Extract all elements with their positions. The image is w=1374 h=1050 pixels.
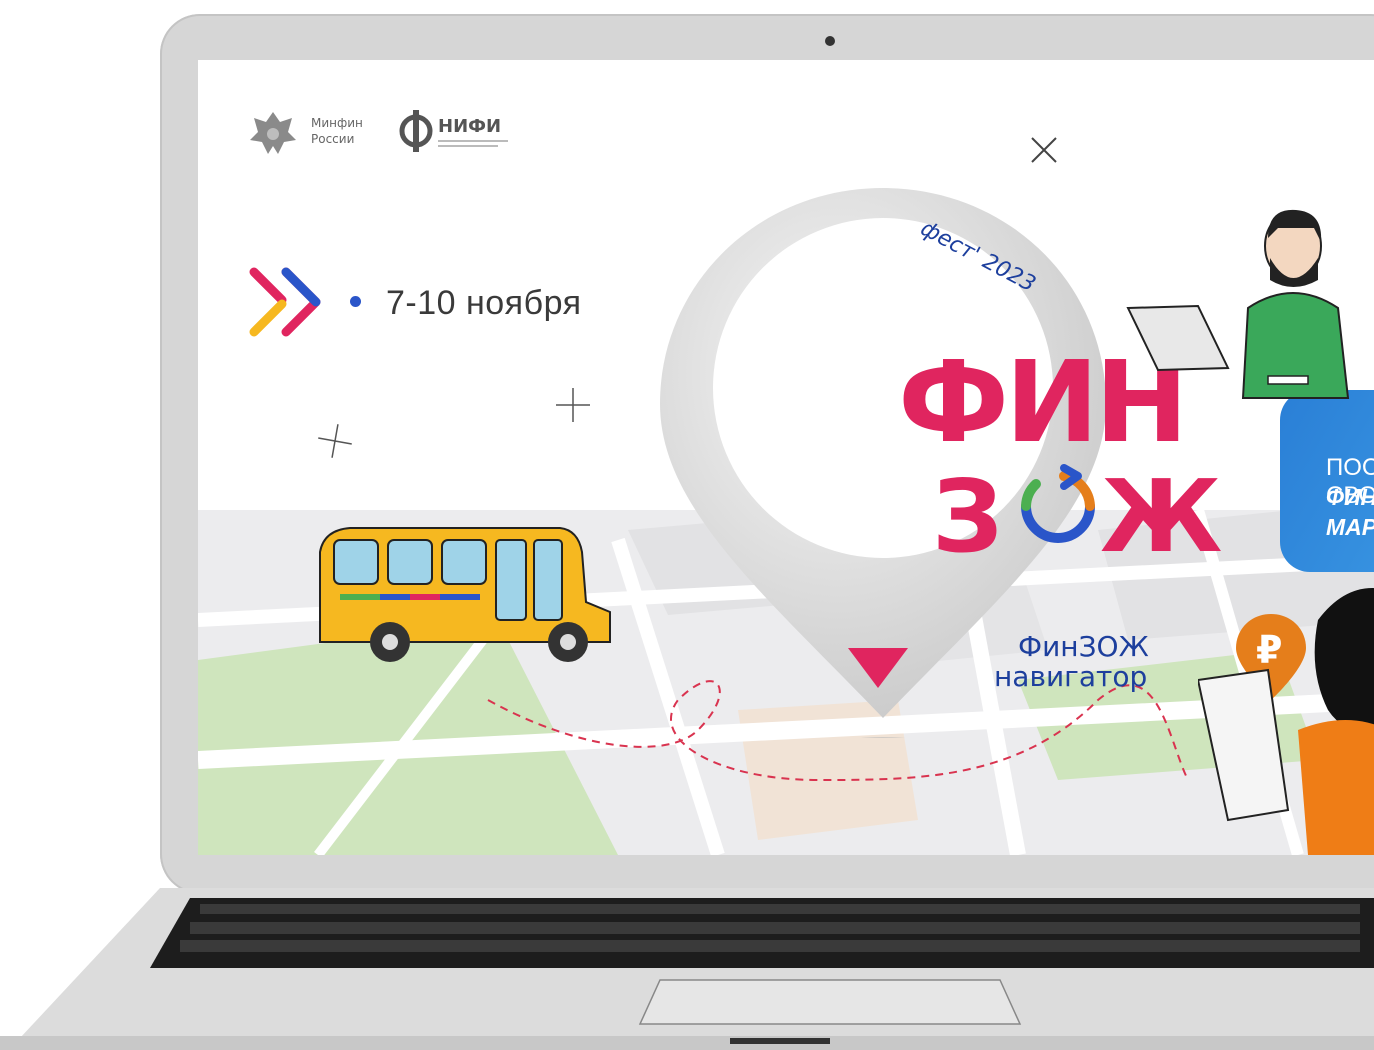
nifi-title: НИФИ (438, 116, 502, 137)
nifi-tagline-line (438, 140, 508, 142)
school-bus-illustration (319, 527, 611, 662)
title-z: З (932, 458, 1004, 575)
emblem-icon (250, 112, 296, 154)
plus-icon (556, 388, 590, 422)
subtitle-navigator: навигатор (994, 660, 1148, 693)
laptop-keyboard-base (0, 888, 1374, 1050)
minfin-label-1: Минфин (311, 116, 363, 130)
man-with-laptop-illustration (1126, 209, 1350, 399)
cta-line-2: ФИНАНСОВЫЙ (1326, 484, 1374, 510)
subtitle-finzozh: ФинЗОЖ (1018, 630, 1149, 663)
plus-icon (318, 424, 352, 458)
event-date: 7-10 ноября (386, 284, 582, 322)
cta-line-3: МАРШРУТ (1326, 514, 1374, 540)
cycle-arrow-icon (1021, 464, 1095, 543)
close-icon[interactable] (1030, 136, 1058, 164)
nifi-logo-icon (399, 110, 433, 152)
nifi-tagline-line (438, 145, 498, 147)
double-chevron-icon (249, 267, 321, 337)
woman-with-map-illustration (1198, 588, 1374, 855)
camera-icon (825, 36, 835, 46)
minfin-label-2: России (311, 132, 355, 146)
date-dot-icon (350, 296, 361, 307)
title-zh: Ж (1100, 458, 1223, 575)
laptop-screen: Минфин России НИФИ фест' 2023 ФИН З Ж Фи… (198, 60, 1374, 855)
